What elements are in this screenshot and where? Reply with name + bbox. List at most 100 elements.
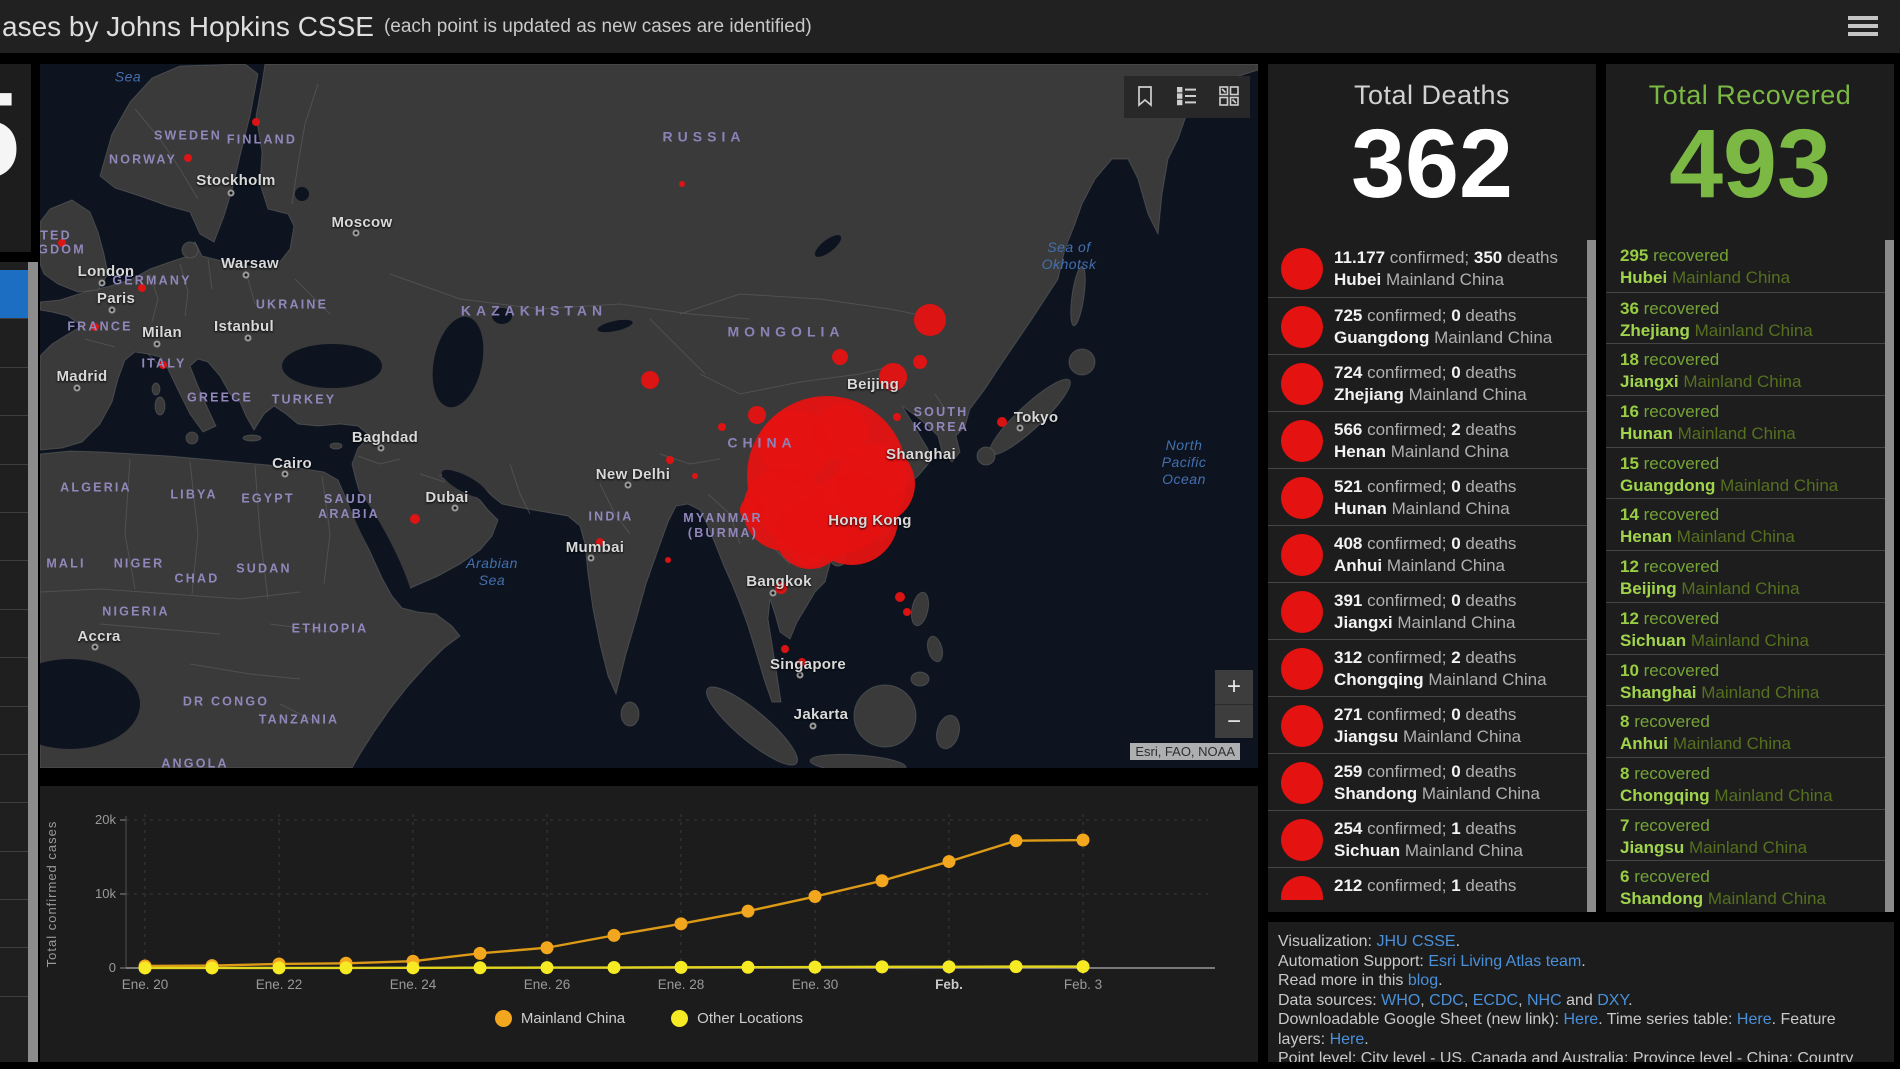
- region-list-row[interactable]: [0, 996, 28, 1044]
- region-list-row[interactable]: [0, 415, 28, 463]
- death-list-item[interactable]: 391 confirmed; 0 deathsJiangxi Mainland …: [1268, 582, 1587, 639]
- outbreak-point[interactable]: [91, 323, 99, 331]
- outbreak-point[interactable]: [913, 355, 927, 369]
- map-panel[interactable]: SeaSWEDENFINLANDNORWAYStockholmMoscowTED…: [40, 64, 1258, 768]
- death-list-item[interactable]: 254 confirmed; 1 deathsSichuan Mainland …: [1268, 810, 1587, 867]
- outbreak-point[interactable]: [596, 538, 604, 546]
- region-list-row-selected[interactable]: [0, 270, 28, 318]
- recovered-list: 295 recoveredHubei Mainland China36 reco…: [1606, 240, 1885, 912]
- outbreak-point[interactable]: [666, 456, 674, 464]
- outbreak-point[interactable]: [748, 406, 766, 424]
- recovered-list-item[interactable]: 295 recoveredHubei Mainland China: [1606, 240, 1885, 292]
- data-point: [943, 960, 956, 973]
- outbreak-point[interactable]: [997, 417, 1007, 427]
- x-tick-label: Ene. 26: [524, 977, 571, 992]
- death-list-item[interactable]: 271 confirmed; 0 deathsJiangsu Mainland …: [1268, 696, 1587, 753]
- death-list-item[interactable]: 521 confirmed; 0 deathsHunan Mainland Ch…: [1268, 468, 1587, 525]
- region-list-row[interactable]: [0, 464, 28, 512]
- outbreak-point[interactable]: [781, 645, 789, 653]
- death-list-item[interactable]: 11.177 confirmed; 350 deathsHubei Mainla…: [1268, 240, 1587, 297]
- outbreak-point[interactable]: [832, 349, 848, 365]
- credit-link[interactable]: Here: [1330, 1031, 1365, 1048]
- data-point: [1077, 960, 1090, 973]
- region-list-row[interactable]: [0, 947, 28, 995]
- region-list-row[interactable]: [0, 318, 28, 366]
- recovered-list-item[interactable]: 8 recoveredChongqing Mainland China: [1606, 757, 1885, 809]
- outbreak-point[interactable]: [867, 527, 879, 539]
- region-list-row[interactable]: [0, 754, 28, 802]
- death-list-item[interactable]: 724 confirmed; 0 deathsZhejiang Mainland…: [1268, 354, 1587, 411]
- credit-link[interactable]: DXY: [1597, 992, 1628, 1009]
- region-list-row[interactable]: [0, 512, 28, 560]
- outbreak-point[interactable]: [798, 658, 806, 666]
- credit-link[interactable]: ECDC: [1473, 992, 1518, 1009]
- recovered-list-item[interactable]: 6 recoveredShandong Mainland China: [1606, 860, 1885, 912]
- outbreak-point[interactable]: [641, 371, 659, 389]
- death-list-item[interactable]: 312 confirmed; 2 deathsChongqing Mainlan…: [1268, 639, 1587, 696]
- recovered-list-item[interactable]: 10 recoveredShanghai Mainland China: [1606, 654, 1885, 706]
- region-list-row[interactable]: [0, 802, 28, 850]
- region-list-row[interactable]: [0, 367, 28, 415]
- credit-link[interactable]: WHO: [1381, 992, 1420, 1009]
- region-list-row[interactable]: [0, 657, 28, 705]
- recovered-list-item[interactable]: 16 recoveredHunan Mainland China: [1606, 395, 1885, 447]
- recovered-list-item[interactable]: 15 recoveredGuangdong Mainland China: [1606, 447, 1885, 499]
- outbreak-point[interactable]: [665, 557, 671, 563]
- death-list-item[interactable]: 408 confirmed; 0 deathsAnhui Mainland Ch…: [1268, 525, 1587, 582]
- outbreak-point[interactable]: [679, 181, 685, 187]
- bookmark-icon[interactable]: [1130, 82, 1160, 112]
- credit-link[interactable]: CDC: [1429, 992, 1464, 1009]
- recovered-scrollbar[interactable]: [1885, 240, 1894, 912]
- outbreak-point[interactable]: [835, 444, 915, 524]
- credit-link[interactable]: Here: [1564, 1011, 1599, 1028]
- deaths-scrollbar[interactable]: [1587, 240, 1596, 912]
- credit-text: Read more in this: [1278, 972, 1408, 989]
- outbreak-point[interactable]: [903, 608, 911, 616]
- credit-link[interactable]: NHC: [1527, 992, 1562, 1009]
- outbreak-point[interactable]: [740, 497, 766, 523]
- region-list-row[interactable]: [0, 706, 28, 754]
- outbreak-point[interactable]: [410, 514, 420, 524]
- outbreak-point[interactable]: [879, 363, 907, 391]
- region-list-row[interactable]: [0, 560, 28, 608]
- left-list-scrollbar[interactable]: [28, 262, 38, 1062]
- credit-link[interactable]: Here: [1737, 1011, 1772, 1028]
- outbreak-point[interactable]: [793, 537, 823, 567]
- region-list-row[interactable]: [0, 899, 28, 947]
- recovered-list-item[interactable]: 12 recoveredBeijing Mainland China: [1606, 550, 1885, 602]
- outbreak-point[interactable]: [252, 118, 260, 126]
- region-list-row[interactable]: [0, 609, 28, 657]
- outbreak-point[interactable]: [159, 361, 167, 369]
- recovered-list-item[interactable]: 7 recoveredJiangsu Mainland China: [1606, 809, 1885, 861]
- outbreak-point[interactable]: [775, 582, 787, 594]
- region-list-row[interactable]: [0, 851, 28, 899]
- hamburger-icon[interactable]: [1848, 16, 1878, 40]
- death-list-item[interactable]: 259 confirmed; 0 deathsShandong Mainland…: [1268, 753, 1587, 810]
- credit-link[interactable]: blog: [1408, 972, 1438, 989]
- legend-icon[interactable]: [1172, 82, 1202, 112]
- recovered-list-item[interactable]: 12 recoveredSichuan Mainland China: [1606, 602, 1885, 654]
- death-list-item[interactable]: 725 confirmed; 0 deathsGuangdong Mainlan…: [1268, 297, 1587, 354]
- recovered-list-item[interactable]: 8 recoveredAnhui Mainland China: [1606, 705, 1885, 757]
- zoom-in-button[interactable]: +: [1215, 670, 1253, 704]
- outbreak-point[interactable]: [58, 239, 66, 247]
- outbreak-point[interactable]: [914, 304, 946, 336]
- credit-link[interactable]: Esri Living Atlas team: [1428, 953, 1581, 970]
- outbreak-point[interactable]: [718, 423, 726, 431]
- data-point: [541, 961, 554, 974]
- credit-link[interactable]: JHU CSSE: [1376, 933, 1455, 950]
- outbreak-point[interactable]: [692, 473, 698, 479]
- outbreak-point[interactable]: [893, 413, 901, 421]
- outbreak-point[interactable]: [138, 284, 146, 292]
- death-list-item[interactable]: 566 confirmed; 2 deathsHenan Mainland Ch…: [1268, 411, 1587, 468]
- recovered-list-item[interactable]: 18 recoveredJiangxi Mainland China: [1606, 343, 1885, 395]
- zoom-out-button[interactable]: −: [1215, 704, 1253, 738]
- death-list-item[interactable]: 212 confirmed; 1 deathsBeijing Mainland …: [1268, 867, 1587, 900]
- recovered-list-item[interactable]: 36 recoveredZhejiang Mainland China: [1606, 292, 1885, 344]
- recovered-list-item[interactable]: 14 recoveredHenan Mainland China: [1606, 498, 1885, 550]
- death-item-region: Zhejiang Mainland China: [1334, 384, 1583, 406]
- basemap-icon[interactable]: [1214, 82, 1244, 112]
- deaths-list: 11.177 confirmed; 350 deathsHubei Mainla…: [1268, 240, 1587, 900]
- outbreak-point[interactable]: [184, 154, 192, 162]
- outbreak-point[interactable]: [895, 592, 905, 602]
